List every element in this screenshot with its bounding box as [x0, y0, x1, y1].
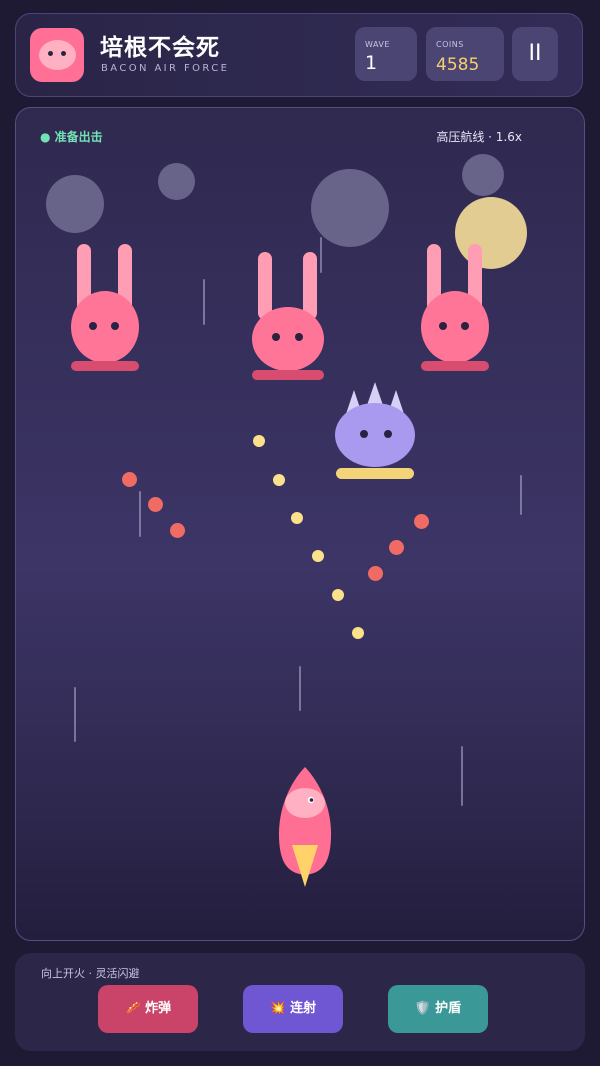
background-bubble — [311, 169, 389, 247]
rapid-fire-button[interactable]: 💥 连射 — [243, 985, 343, 1033]
enemy-bullet — [170, 523, 185, 538]
shield-label: 护盾 — [435, 1001, 462, 1016]
shield-button[interactable]: 🛡️ 护盾 — [388, 985, 488, 1033]
coins-value: 4585 — [436, 55, 480, 75]
speed-streak — [203, 279, 205, 325]
speed-streak — [299, 666, 301, 711]
speed-streak — [74, 687, 76, 742]
enemy-bullet — [148, 497, 163, 512]
enemy-bullet — [122, 472, 137, 487]
player-bacon-ship[interactable] — [274, 763, 336, 893]
speed-streak — [139, 491, 141, 537]
bunny-enemy — [421, 244, 491, 374]
background-bubble — [158, 163, 195, 200]
wave-counter: WAVE 1 — [355, 27, 417, 81]
player-bullet — [253, 435, 265, 447]
bunny-enemy — [71, 244, 141, 374]
coin-counter: COINS 4585 — [426, 27, 504, 81]
control-hint: 向上开火 · 灵活闪避 — [41, 967, 140, 980]
enemy-bullet — [368, 566, 383, 581]
speed-streak — [520, 475, 522, 515]
game-arena[interactable]: ● 准备出击 高压航线 · 1.6x — [15, 107, 585, 941]
rapid-fire-label: 连射 — [290, 1001, 317, 1016]
ready-status: ● 准备出击 — [40, 130, 103, 144]
shield-icon: 🛡️ — [414, 1001, 432, 1016]
bomb-label: 炸弹 — [145, 1001, 172, 1016]
game-title: 培根不会死 — [100, 35, 220, 61]
enemy-bullet — [389, 540, 404, 555]
top-bar: 培根不会死 BACON AIR FORCE WAVE 1 COINS 4585 … — [15, 13, 583, 97]
player-bullet — [352, 627, 364, 639]
action-panel: 向上开火 · 灵活闪避 🥓 炸弹 💥 连射 🛡️ 护盾 — [15, 953, 585, 1051]
bomb-button[interactable]: 🥓 炸弹 — [98, 985, 198, 1033]
pause-button[interactable]: II — [512, 27, 558, 81]
game-subtitle: BACON AIR FORCE — [101, 63, 230, 74]
coins-label: COINS — [436, 40, 464, 49]
player-bullet — [291, 512, 303, 524]
player-bullet — [332, 589, 344, 601]
pig-logo-icon — [30, 28, 84, 82]
burst-icon: 💥 — [269, 1001, 287, 1016]
speed-streak — [461, 746, 463, 806]
bunny-enemy — [252, 252, 324, 382]
bacon-icon: 🥓 — [124, 1001, 142, 1016]
wave-value: 1 — [365, 52, 378, 74]
background-bubble — [46, 175, 104, 233]
wave-label: WAVE — [365, 40, 390, 49]
spiky-boss-enemy — [335, 382, 415, 479]
player-bullet — [312, 550, 324, 562]
enemy-bullet — [414, 514, 429, 529]
background-bubble — [462, 154, 504, 196]
player-bullet — [273, 474, 285, 486]
route-multiplier: 高压航线 · 1.6x — [436, 130, 522, 144]
